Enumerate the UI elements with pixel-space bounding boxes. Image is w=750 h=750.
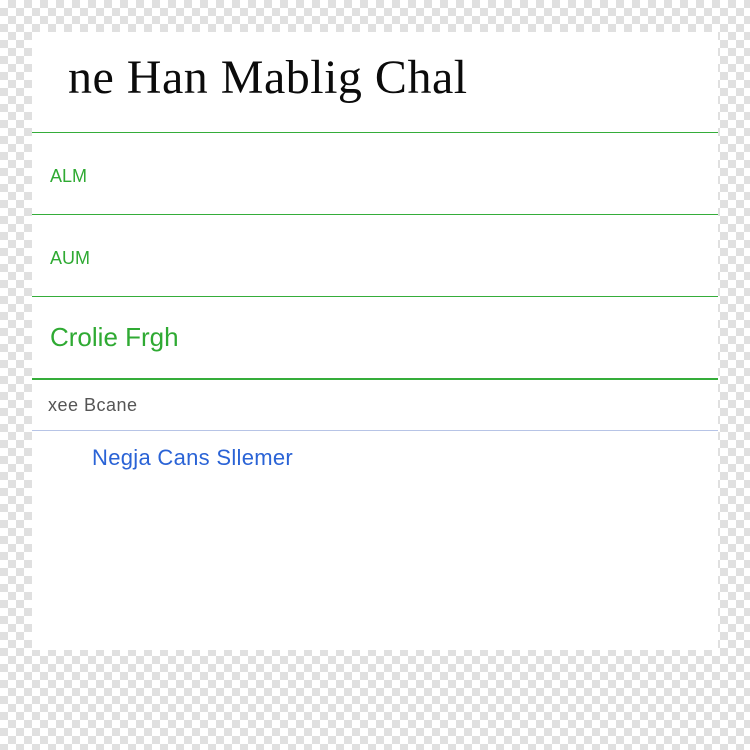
list-item-label: alm	[50, 158, 87, 189]
dropdown-selected-value: xee Bcane	[48, 395, 138, 416]
list-item[interactable]: aum	[32, 214, 718, 297]
content-panel: ne Han Mablig Chal alm aum Crolie Frgh x…	[32, 32, 718, 650]
footer-link[interactable]: Negja Cans Sllemer	[92, 445, 293, 470]
list-item-label: Crolie Frgh	[50, 322, 179, 353]
footer-link-row: Negja Cans Sllemer	[32, 431, 718, 471]
list-item[interactable]: alm	[32, 132, 718, 215]
dropdown-field[interactable]: xee Bcane	[32, 379, 718, 431]
list-item[interactable]: Crolie Frgh	[32, 296, 718, 379]
page-title: ne Han Mablig Chal	[32, 32, 718, 133]
list-item-label: aum	[50, 240, 90, 271]
option-list: alm aum Crolie Frgh xee Bcane	[32, 132, 718, 431]
